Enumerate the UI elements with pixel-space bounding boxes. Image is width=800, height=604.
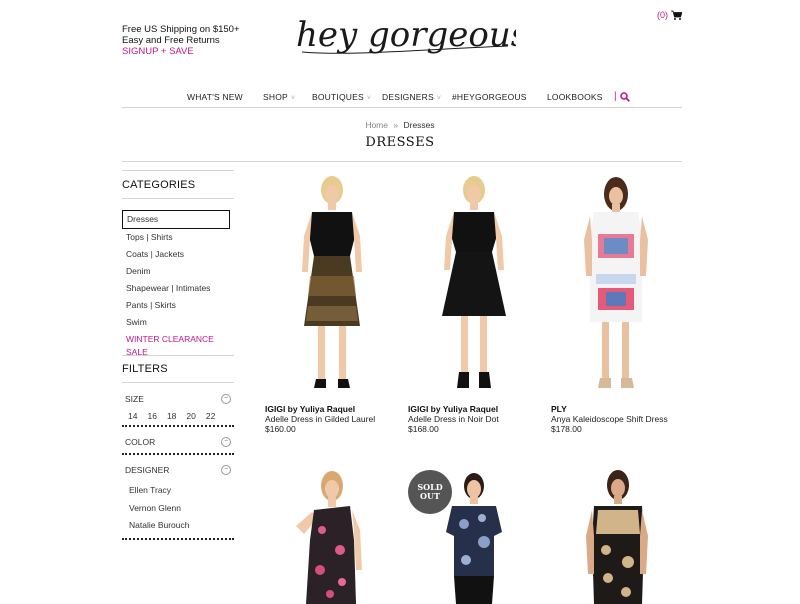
- main-nav: WHAT'S NEW SHOP ˅ BOUTIQUES ˅ DESIGNERS ˅ #…: [122, 90, 682, 108]
- category-denim[interactable]: Denim: [122, 263, 234, 280]
- color-divider: [122, 453, 234, 455]
- title-divider: [122, 161, 682, 162]
- breadcrumb: Home » Dresses: [0, 120, 800, 130]
- product-brand[interactable]: IGIGI by Yuliya Raquel: [265, 404, 405, 414]
- cart[interactable]: (0): [657, 10, 682, 20]
- sold-out-line2: OUT: [420, 491, 440, 501]
- product-price: $168.00: [408, 424, 439, 434]
- collapse-icon[interactable]: −: [221, 465, 231, 475]
- breadcrumb-home[interactable]: Home: [365, 120, 388, 130]
- filter-designer-label: DESIGNER: [125, 465, 170, 475]
- size-option[interactable]: 16: [147, 411, 156, 421]
- category-coats-jackets[interactable]: Coats | Jackets: [122, 246, 234, 263]
- categories-top-divider: [122, 170, 234, 171]
- nav-heygorgeous[interactable]: #HEYGORGEOUS: [452, 92, 527, 102]
- product-brand[interactable]: IGIGI by Yuliya Raquel: [408, 404, 548, 414]
- product-name[interactable]: Adelle Dress in Noir Dot: [408, 414, 548, 424]
- filter-size-header[interactable]: SIZE −: [122, 392, 234, 406]
- designer-divider: [122, 537, 234, 540]
- filter-color-label: COLOR: [125, 437, 156, 447]
- designer-option[interactable]: Ellen Tracy: [122, 482, 234, 500]
- category-tops-shirts[interactable]: Tops | Shirts: [122, 229, 234, 246]
- collapse-icon[interactable]: −: [221, 394, 231, 404]
- search-icon[interactable]: [620, 92, 630, 102]
- product-brand[interactable]: PLY: [551, 404, 691, 414]
- product-image[interactable]: [290, 470, 370, 604]
- product-card[interactable]: IGIGI by Yuliya Raquel Adelle Dress in N…: [408, 404, 548, 434]
- product-card[interactable]: IGIGI by Yuliya Raquel Adelle Dress in G…: [265, 404, 405, 434]
- filter-size-label: SIZE: [125, 394, 144, 404]
- size-options: 14 16 18 20 22: [122, 411, 234, 421]
- size-divider: [122, 425, 234, 427]
- chevron-down-icon: ˅: [290, 95, 296, 102]
- cart-count: (0): [657, 10, 668, 20]
- filters-heading: FILTERS: [122, 363, 168, 375]
- page-title: DRESSES: [365, 135, 435, 150]
- category-swim[interactable]: Swim: [122, 314, 234, 331]
- category-shapewear-intimates[interactable]: Shapewear | Intimates: [122, 280, 234, 297]
- category-winter-clearance[interactable]: WINTER CLEARANCE SALE: [122, 331, 234, 357]
- product-image[interactable]: [578, 176, 654, 392]
- size-option[interactable]: 22: [206, 411, 215, 421]
- categories-divider: [122, 198, 234, 199]
- product-card[interactable]: PLY Anya Kaleidoscope Shift Dress $178.0…: [551, 404, 691, 434]
- nav-designers[interactable]: DESIGNERS ˅: [382, 92, 441, 102]
- collapse-icon[interactable]: −: [221, 437, 231, 447]
- product-image[interactable]: [432, 176, 516, 392]
- product-name[interactable]: Anya Kaleidoscope Shift Dress: [551, 414, 691, 424]
- nav-divider: [122, 107, 682, 108]
- categories-heading: CATEGORIES: [122, 179, 196, 191]
- product-name[interactable]: Adelle Dress in Gilded Laurel: [265, 414, 405, 424]
- size-option[interactable]: 20: [186, 411, 195, 421]
- nav-whats-new[interactable]: WHAT'S NEW: [187, 92, 243, 102]
- sidebar: CATEGORIES Dresses Tops | Shirts Coats |…: [122, 170, 234, 540]
- cart-icon[interactable]: [671, 10, 682, 20]
- product-image[interactable]: [290, 176, 374, 392]
- nav-lookbooks[interactable]: LOOKBOOKS: [547, 92, 603, 102]
- size-option[interactable]: 14: [128, 411, 137, 421]
- category-pants-skirts[interactable]: Pants | Skirts: [122, 297, 234, 314]
- filters-divider: [122, 382, 234, 383]
- product-image[interactable]: [582, 470, 652, 604]
- size-option[interactable]: 18: [167, 411, 176, 421]
- filter-color-header[interactable]: COLOR −: [122, 435, 234, 449]
- category-dresses[interactable]: Dresses: [122, 210, 230, 229]
- designer-options: Ellen Tracy Vernon Glenn Natalie Burouch: [122, 482, 234, 535]
- designer-option[interactable]: Vernon Glenn: [122, 500, 234, 518]
- designer-option[interactable]: Natalie Burouch: [122, 517, 234, 535]
- sold-out-badge: SOLD OUT: [408, 470, 452, 514]
- logo-text: hey gorgeous!: [296, 15, 516, 55]
- nav-shop[interactable]: SHOP ˅: [263, 92, 295, 102]
- signup-link[interactable]: SIGNUP + SAVE: [122, 46, 240, 57]
- returns-promo: Easy and Free Returns: [122, 35, 220, 46]
- breadcrumb-separator: »: [393, 120, 399, 130]
- logo[interactable]: hey gorgeous!: [292, 6, 516, 72]
- nav-boutiques[interactable]: BOUTIQUES ˅: [312, 92, 371, 102]
- product-price: $160.00: [265, 424, 296, 434]
- shipping-promo: Free US Shipping on $150+: [122, 24, 240, 35]
- chevron-down-icon: ˅: [436, 95, 442, 102]
- chevron-down-icon: ˅: [366, 95, 372, 102]
- nav-separator: |: [614, 91, 617, 102]
- breadcrumb-current: Dresses: [403, 120, 435, 130]
- promo-block: Free US Shipping on $150+ Easy and Free …: [122, 24, 240, 57]
- product-price: $178.00: [551, 424, 582, 434]
- filter-designer-header[interactable]: DESIGNER −: [122, 463, 234, 477]
